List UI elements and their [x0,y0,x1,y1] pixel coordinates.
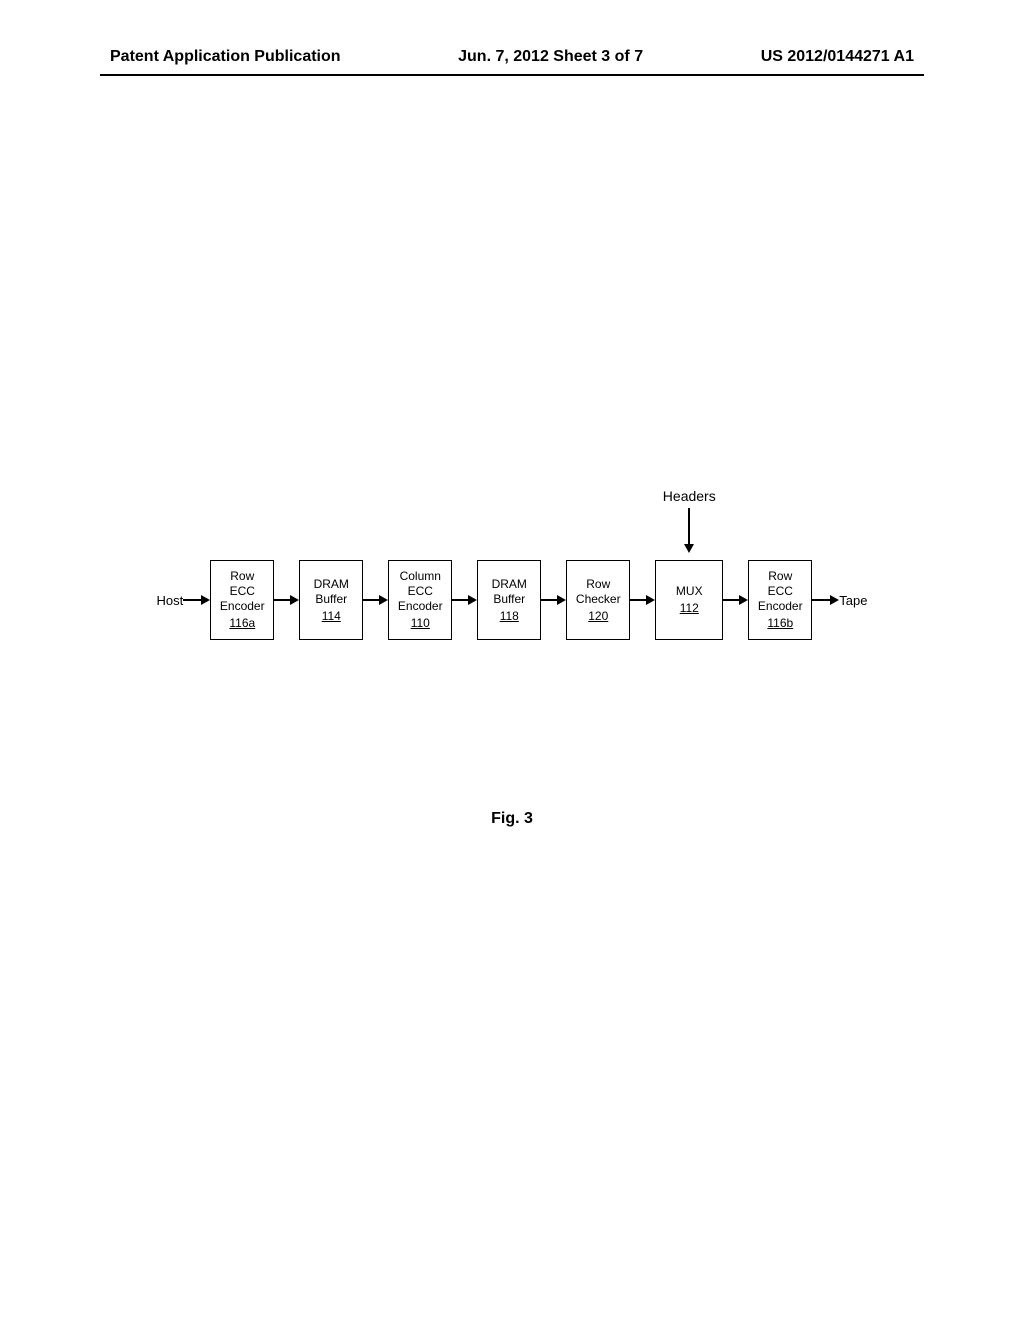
input-label-host: Host [157,593,184,608]
block-line: Encoder [398,599,443,614]
block-line: Row [230,569,254,584]
column-ecc-encoder-110: Column ECC Encoder 110 [388,560,452,640]
block-diagram: Host Row ECC Encoder 116a DRAM Buffer 11… [120,560,904,760]
mux-112: MUX 112 [655,560,723,640]
block-ref: 116a [229,616,255,631]
block-line: Encoder [220,599,265,614]
block-ref: 110 [411,616,430,631]
headers-input: Headers [655,488,723,553]
arrow-icon [630,599,655,601]
arrow-icon [274,599,299,601]
block-ref: 120 [588,609,608,624]
header-center: Jun. 7, 2012 Sheet 3 of 7 [458,48,643,66]
block-line: DRAM [314,577,349,592]
block-line: Encoder [758,599,803,614]
block-ref: 118 [500,609,519,624]
dram-buffer-118: DRAM Buffer 118 [477,560,541,640]
block-line: Row [768,569,792,584]
header-left: Patent Application Publication [110,48,341,66]
header-rule [100,74,924,76]
block-ref: 114 [322,609,341,624]
arrow-down-icon [684,508,694,553]
block-line: ECC [230,584,255,599]
block-line: Row [586,577,610,592]
block-line: Buffer [493,592,525,607]
arrow-icon [363,599,388,601]
block-line: DRAM [492,577,527,592]
arrow-icon [541,599,566,601]
row-ecc-encoder-116b: Row ECC Encoder 116b [748,560,812,640]
block-line: Checker [576,592,621,607]
block-line: ECC [768,584,793,599]
block-line: ECC [408,584,433,599]
arrow-icon [183,599,210,601]
figure-caption: Fig. 3 [120,810,904,828]
block-ref: 116b [767,616,793,631]
headers-label: Headers [663,488,716,504]
page: Patent Application Publication Jun. 7, 2… [0,0,1024,1320]
block-line: MUX [676,584,703,599]
page-header: Patent Application Publication Jun. 7, 2… [0,48,1024,66]
row-ecc-encoder-116a: Row ECC Encoder 116a [210,560,274,640]
header-right: US 2012/0144271 A1 [761,48,914,66]
mux-holder: Headers MUX 112 [655,560,723,640]
arrow-icon [812,599,839,601]
arrow-icon [723,599,748,601]
dram-buffer-114: DRAM Buffer 114 [299,560,363,640]
block-line: Column [400,569,441,584]
block-line: Buffer [315,592,347,607]
signal-flow: Host Row ECC Encoder 116a DRAM Buffer 11… [120,560,904,640]
block-ref: 112 [680,601,699,616]
row-checker-120: Row Checker 120 [566,560,630,640]
arrow-icon [452,599,477,601]
output-label-tape: Tape [839,593,867,608]
